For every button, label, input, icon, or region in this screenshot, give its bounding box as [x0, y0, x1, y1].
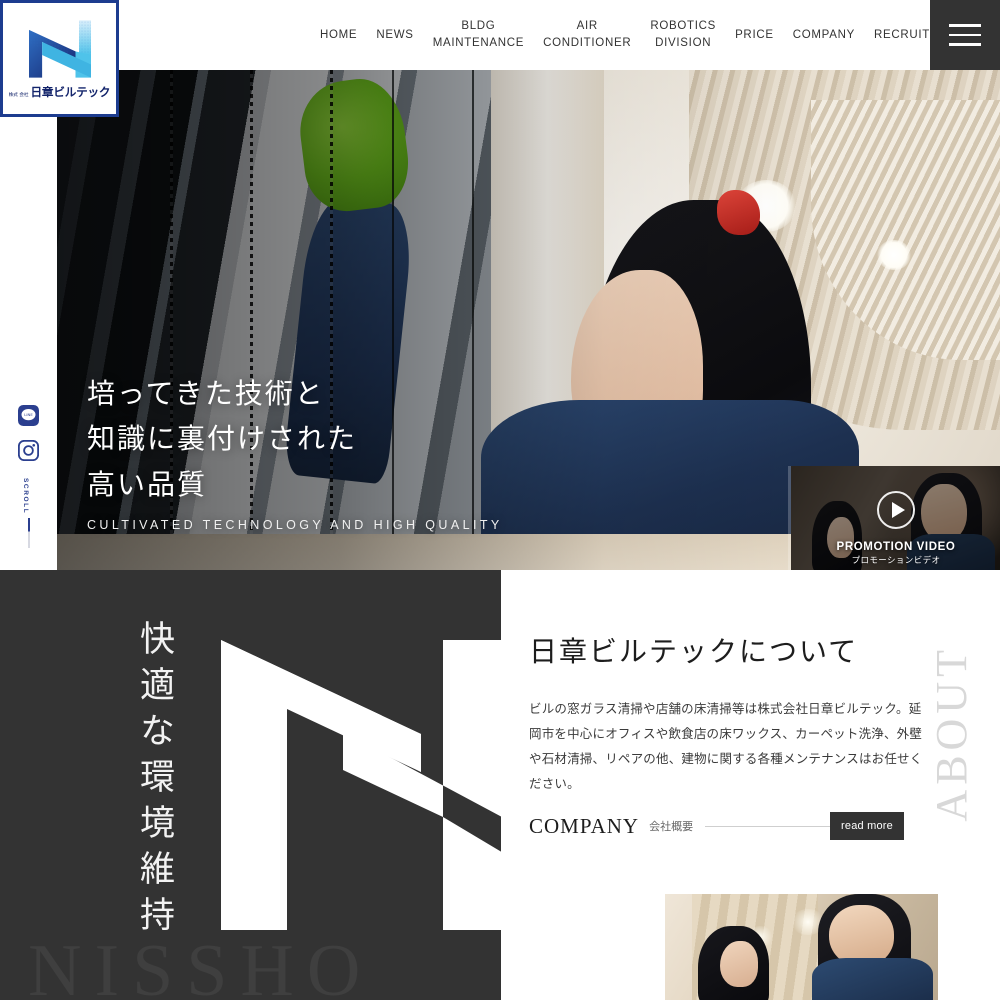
about-side-label: ABOUT — [927, 645, 976, 822]
hero-copy: 培ってきた技術と 知識に裏付けされた 高い品質 CULTIVATED TECHN… — [87, 371, 503, 532]
about-photo — [665, 894, 938, 1000]
cta-divider — [705, 825, 830, 827]
line-icon[interactable]: LINE — [18, 405, 39, 426]
nav-item-price[interactable]: PRICE — [735, 27, 774, 44]
play-icon[interactable] — [877, 491, 915, 529]
nissho-watermark: NISSHO — [28, 930, 374, 1000]
company-cta-en: COMPANY — [529, 813, 640, 838]
nav-item-news[interactable]: NEWS — [376, 27, 413, 44]
about-heading: 日章ビルテックについて — [529, 637, 859, 668]
nav-item-bldg-maintenance[interactable]: BLDG MAINTENANCE — [433, 18, 524, 51]
nav-item-home[interactable]: HOME — [320, 27, 357, 44]
logo-name: 日章ビルテック — [30, 84, 111, 99]
nav-item-recruit[interactable]: RECRUIT — [874, 27, 930, 44]
hero-line-1: 培ってきた技術と — [87, 376, 325, 410]
nissho-n-mark-large-icon — [221, 640, 501, 930]
logo-prefix: 株式 会社 — [8, 92, 29, 98]
company-cta-jp: 会社概要 — [649, 820, 694, 833]
scroll-indicator-bar — [28, 518, 30, 548]
nav-item-air-conditioner[interactable]: AIR CONDITIONER — [543, 18, 631, 51]
scroll-indicator-label: SCROLL — [22, 478, 29, 515]
nissho-n-logo-icon — [28, 19, 91, 78]
svg-text:LINE: LINE — [24, 412, 33, 417]
homepage: 培ってきた技術と 知識に裏付けされた 高い品質 CULTIVATED TECHN… — [0, 0, 1000, 1000]
social-rail: LINE SCROLL — [0, 0, 57, 1000]
hero-section: 培ってきた技術と 知識に裏付けされた 高い品質 CULTIVATED TECHN… — [57, 70, 1000, 570]
about-vertical-catch: 快適な環境維持 — [135, 620, 174, 942]
hero-line-2: 知識に裏付けされた — [87, 422, 358, 456]
instagram-icon[interactable] — [18, 440, 39, 461]
company-cta: COMPANY 会社概要 read more — [529, 812, 904, 840]
site-logo[interactable]: 株式 会社 日章ビルテック — [0, 0, 119, 117]
hero-subtitle: CULTIVATED TECHNOLOGY AND HIGH QUALITY — [87, 518, 503, 532]
hero-line-3: 高い品質 — [87, 467, 208, 501]
video-title-jp: プロモーションビデオ — [851, 556, 941, 566]
hamburger-menu-icon[interactable] — [930, 0, 1000, 70]
site-header: HOME NEWS BLDG MAINTENANCE AIR CONDITION… — [0, 0, 1000, 70]
about-dark-panel: NISSHO 快適な環境維持 — [0, 570, 501, 1000]
logo-wordmark: 株式 会社 日章ビルテック — [9, 84, 111, 100]
about-content: 日章ビルテックについて ビルの窓ガラス清掃や店舗の床清掃等は株式会社日章ビルテッ… — [529, 630, 929, 796]
read-more-button[interactable]: read more — [830, 812, 904, 840]
nav-item-company[interactable]: COMPANY — [793, 27, 855, 44]
promotion-video-card[interactable]: PROMOTION VIDEO プロモーションビデオ — [788, 466, 1000, 570]
about-body: ビルの窓ガラス清掃や店舗の床清掃等は株式会社日章ビルテック。延岡市を中心にオフィ… — [529, 701, 923, 791]
nav-item-robotics-division[interactable]: ROBOTICS DIVISION — [650, 18, 716, 51]
main-navigation: HOME NEWS BLDG MAINTENANCE AIR CONDITION… — [320, 0, 930, 70]
video-title-en: PROMOTION VIDEO — [836, 540, 956, 553]
